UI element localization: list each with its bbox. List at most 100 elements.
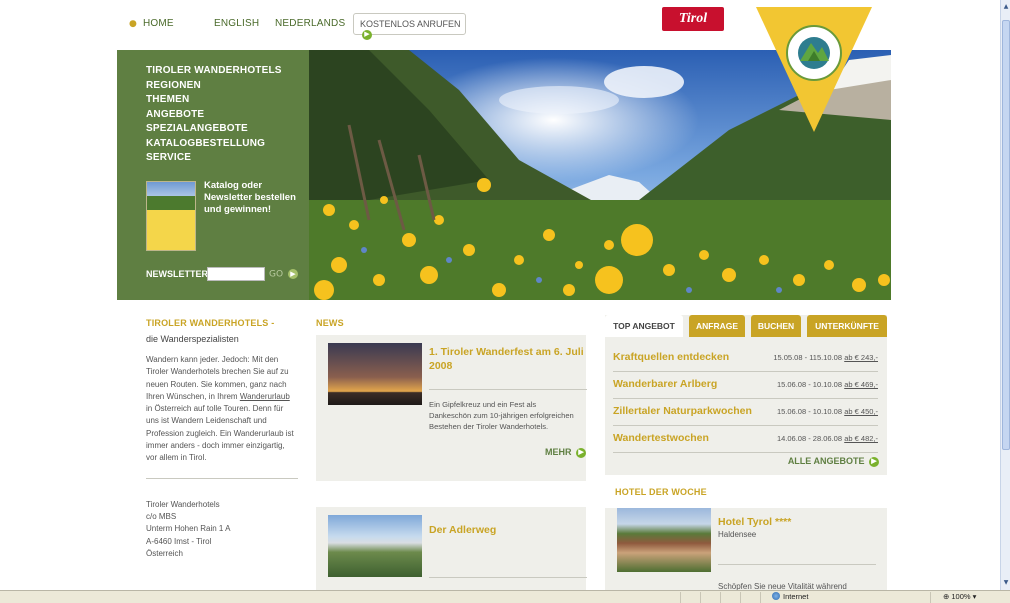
arrow-right-icon: ▶ [362,29,372,40]
all-offers-link[interactable]: ALLE ANGEBOTE ▶ [788,456,879,467]
status-cell [700,592,701,603]
offer-name-link[interactable]: Kraftquellen entdecken [613,351,729,363]
web-page: ● HOME ENGLISH NEDERLANDS KOSTENLOS ANRU… [117,0,891,590]
tirol-logo[interactable]: Tirol [662,7,724,31]
offer-dates: 15.06.08 - 10.10.08 [776,380,842,389]
status-cell [680,592,681,603]
security-zone-label: Internet [783,592,809,601]
news-heading: NEWS [316,318,344,328]
globe-icon [772,592,780,600]
nav-english-link[interactable]: ENGLISH [214,18,259,29]
offer-dates: 15.06.08 - 10.10.08 [776,407,842,416]
hotel-of-week-card: Hotel Tyrol **** Haldensee Schöpfen Sie … [605,508,887,590]
offer-price-link[interactable]: ab € 482,- [844,434,878,443]
newsletter-go-label: GO [269,269,284,280]
address-line: Tiroler Wanderhotels [146,499,220,509]
hotel-description: Schöpfen Sie neue Vitalität während [718,582,847,590]
intro-column: TIROLER WANDERHOTELS - die Wanderspezial… [146,318,298,560]
tab-anfrage[interactable]: ANFRAGE [689,315,745,337]
offer-name-link[interactable]: Wandertestwochen [613,432,709,444]
zoom-level: 100% [951,592,971,601]
offer-price-link[interactable]: ab € 450,- [844,407,878,416]
scroll-up-icon[interactable]: ▲ [1002,2,1010,12]
offer-row[interactable]: Wanderbarer Arlberg 15.06.08 - 10.10.08 … [613,372,878,399]
call-free-button[interactable]: KOSTENLOS ANRUFEN ▶ [353,13,466,40]
offer-dates: 14.06.08 - 28.06.08 [776,434,842,443]
divider [429,389,587,390]
catalog-image[interactable] [146,181,196,251]
offer-price-link[interactable]: ab € 469,- [844,380,878,389]
zoom-icon: ⊕ [943,592,950,601]
hotel-location: Haldensee [718,530,757,539]
zoom-control[interactable]: ⊕ 100% ▾ [943,592,976,601]
left-green-panel: TIROLER WANDERHOTELS REGIONEN THEMEN ANG… [117,50,309,300]
divider [718,564,876,565]
main-menu: TIROLER WANDERHOTELS REGIONEN THEMEN ANG… [146,64,282,166]
intro-heading: TIROLER WANDERHOTELS - [146,318,275,328]
menu-item-themen[interactable]: THEMEN [146,93,282,108]
wanderhotels-badge-logo[interactable] [756,7,872,132]
scrollbar-thumb[interactable] [1002,20,1010,450]
tab-buchen[interactable]: BUCHEN [751,315,801,337]
status-cell [760,592,761,603]
news-body: Ein Gipfelkreuz und ein Fest als Dankesc… [429,400,574,431]
newsletter-label: NEWSLETTER [146,269,208,279]
menu-item-regionen[interactable]: REGIONEN [146,79,282,94]
browser-status-bar: Internet ⊕ 100% ▾ [0,590,1010,603]
status-cell [930,592,931,603]
address-line: c/o MBS [146,511,177,521]
more-label: MEHR [545,447,572,457]
offer-price-link[interactable]: ab € 243,- [844,353,878,362]
status-cell [720,592,721,603]
adlerweg-image[interactable] [328,515,422,577]
bullet-icon: ● [129,19,137,29]
scroll-down-icon[interactable]: ▼ [1002,578,1010,588]
star-rating: **** [774,516,792,528]
news-title-link[interactable]: Der Adlerweg [429,523,496,537]
arrow-right-icon: ▶ [869,456,879,467]
offer-row[interactable]: Zillertaler Naturparkwochen 15.06.08 - 1… [613,399,878,426]
address-block: Tiroler Wanderhotels c/o MBS Unterm Hohe… [146,499,298,560]
wanderurlaub-link[interactable]: Wanderurlaub [240,392,290,401]
menu-item-spezialangebote[interactable]: SPEZIALANGEBOTE [146,122,282,137]
offers-panel: TOP ANGEBOT ANFRAGE BUCHEN UNTERKÜNFTE K… [605,315,887,475]
offer-row[interactable]: Wandertestwochen 14.06.08 - 28.06.08 ab … [613,426,878,453]
hotel-of-week-heading: HOTEL DER WOCHE [615,487,707,497]
divider [429,577,587,578]
chevron-down-icon: ▾ [972,592,977,601]
more-link[interactable]: MEHR ▶ [545,447,587,458]
menu-item-wanderhotels[interactable]: TIROLER WANDERHOTELS [146,64,282,79]
arrow-right-icon: ▶ [576,447,587,458]
offer-dates: 15.05.08 - 115.10.08 [773,353,842,362]
address-line: Österreich [146,548,183,558]
call-free-label: KOSTENLOS ANRUFEN [360,19,461,29]
news-title-link[interactable]: 1. Tiroler Wanderfest am 6. Juli 2008 [429,345,587,373]
nav-nederlands-link[interactable]: NEDERLANDS [275,18,345,29]
status-cell [740,592,741,603]
menu-item-service[interactable]: SERVICE [146,151,282,166]
tab-top-angebot[interactable]: TOP ANGEBOT [605,315,683,337]
menu-item-katalogbestellung[interactable]: KATALOGBESTELLUNG [146,137,282,152]
offer-row[interactable]: Kraftquellen entdecken 15.05.08 - 115.10… [613,345,878,372]
offers-tabs: TOP ANGEBOT ANFRAGE BUCHEN UNTERKÜNFTE [605,315,887,337]
all-offers-label: ALLE ANGEBOTE [787,456,865,466]
news-item: 1. Tiroler Wanderfest am 6. Juli 2008 Ei… [316,335,587,481]
newsletter-go-button[interactable]: GO ▶ [269,269,298,280]
address-line: Unterm Hohen Rain 1 A [146,524,231,534]
intro-body: Wandern kann jeder. Jedoch: Mit den Tiro… [146,354,298,465]
security-zone: Internet [772,592,808,601]
newsletter-email-input[interactable] [207,267,265,281]
catalog-promo-text[interactable]: Katalog oder Newsletter bestellen und ge… [204,180,302,216]
hotel-image[interactable] [617,508,711,572]
offer-name-link[interactable]: Zillertaler Naturparkwochen [613,405,752,417]
hotel-name-link[interactable]: Hotel Tyrol **** [718,516,791,528]
divider [146,477,298,479]
nav-home-link[interactable]: HOME [143,18,174,29]
hotel-name: Hotel Tyrol [718,516,773,528]
vertical-scrollbar[interactable]: ▲ ▼ [1000,0,1010,590]
offer-name-link[interactable]: Wanderbarer Arlberg [613,378,717,390]
menu-item-angebote[interactable]: ANGEBOTE [146,108,282,123]
summit-cross-image[interactable] [328,343,422,405]
address-line: A-6460 Imst - Tirol [146,536,212,546]
tab-unterkuenfte[interactable]: UNTERKÜNFTE [807,315,887,337]
